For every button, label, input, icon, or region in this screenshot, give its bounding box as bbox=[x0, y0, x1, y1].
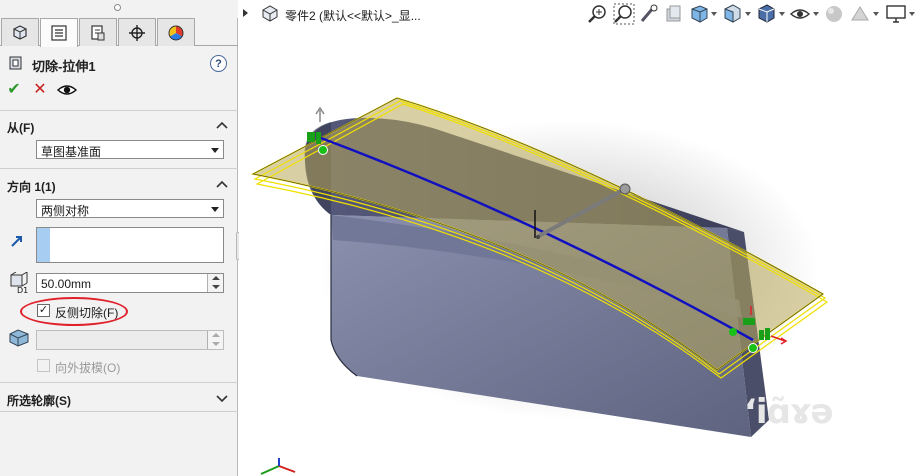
configuration-icon bbox=[91, 24, 105, 40]
cut-extrude-icon bbox=[9, 56, 22, 70]
section-selected-contours-header[interactable]: 所选轮廓(S) bbox=[0, 389, 238, 409]
dropdown-caret-icon[interactable] bbox=[873, 12, 879, 16]
tab-property-manager[interactable] bbox=[40, 18, 78, 47]
dropdown-caret-icon[interactable] bbox=[909, 12, 915, 16]
dropdown-arrow-icon bbox=[211, 207, 219, 212]
svg-text:D1: D1 bbox=[17, 286, 28, 294]
draft-icon[interactable] bbox=[8, 328, 30, 348]
draft-angle-input[interactable] bbox=[36, 330, 224, 350]
graphics-area[interactable]: 零件2 (默认<<默认>_显... ʻiɑ̃ɤə bbox=[239, 0, 917, 476]
view-orientation-icon[interactable] bbox=[721, 3, 743, 25]
reference-triad-icon bbox=[260, 458, 296, 475]
dropdown-caret-icon[interactable] bbox=[813, 12, 819, 16]
watermark-logo: ʻiɑ̃ɤə bbox=[744, 392, 834, 432]
tab-feature-manager[interactable] bbox=[1, 18, 39, 46]
color-wheel-icon bbox=[168, 25, 184, 40]
zoom-to-fit-icon[interactable] bbox=[587, 3, 609, 25]
selection-highlight bbox=[37, 228, 50, 262]
cancel-button[interactable]: ✕ bbox=[32, 81, 48, 99]
feature-tree-icon bbox=[13, 24, 27, 40]
section-selected-contours-label: 所选轮廓(S) bbox=[7, 394, 71, 408]
depth-spinner[interactable] bbox=[207, 274, 223, 292]
ok-button[interactable]: ✔ bbox=[6, 81, 22, 99]
part-icon bbox=[262, 5, 278, 22]
depth-dimension-icon: D1 bbox=[10, 272, 28, 294]
dropdown-caret-icon[interactable] bbox=[711, 12, 717, 16]
feature-header: 切除-拉伸1 ? bbox=[0, 50, 238, 76]
view-settings-monitor-icon[interactable] bbox=[885, 3, 907, 25]
tab-configuration-manager[interactable] bbox=[79, 18, 117, 46]
section-view-icon[interactable] bbox=[663, 3, 685, 25]
crosshair-icon bbox=[129, 24, 145, 41]
direction-arrow-icon[interactable] bbox=[10, 234, 24, 248]
manager-tabs bbox=[0, 18, 238, 47]
section-from-label: 从(F) bbox=[7, 121, 35, 135]
tab-display-manager[interactable] bbox=[157, 18, 195, 46]
apply-scene-icon[interactable] bbox=[849, 3, 871, 25]
direction-reference-list[interactable] bbox=[36, 227, 224, 263]
draft-outward-checkbox-row[interactable]: 向外拔模(O) bbox=[37, 358, 147, 375]
from-start-condition-value: 草图基准面 bbox=[41, 145, 102, 159]
chevron-up-icon[interactable] bbox=[216, 179, 228, 189]
property-manager-panel: 切除-拉伸1 ? ✔ ✕ 从(F) 草图基准面 方向 1(1) 两侧对称 D1 … bbox=[0, 0, 238, 476]
display-style-icon[interactable] bbox=[755, 3, 777, 25]
tab-dimxpert-manager[interactable] bbox=[118, 18, 156, 46]
breadcrumb-expand-arrow[interactable] bbox=[243, 9, 248, 17]
hide-show-items-icon[interactable] bbox=[789, 3, 811, 25]
breadcrumb-part-name: 零件2 (默认<<默认>_显... bbox=[285, 9, 421, 23]
end-condition-select[interactable]: 两侧对称 bbox=[36, 199, 224, 218]
section-direction1-label: 方向 1(1) bbox=[7, 180, 56, 194]
chevron-up-icon[interactable] bbox=[216, 120, 228, 130]
dropdown-caret-icon[interactable] bbox=[745, 12, 751, 16]
draft-angle-spinner[interactable] bbox=[207, 331, 223, 349]
draft-outward-label: 向外拔模(O) bbox=[55, 361, 121, 375]
property-list-icon bbox=[51, 25, 67, 41]
zoom-to-area-icon[interactable] bbox=[613, 3, 635, 25]
divider bbox=[0, 168, 238, 169]
dynamic-annotation-icon[interactable] bbox=[688, 3, 710, 25]
chevron-down-icon[interactable] bbox=[216, 393, 228, 403]
detailed-preview-eye-icon[interactable] bbox=[57, 82, 77, 98]
draft-outward-checkbox[interactable] bbox=[37, 359, 50, 372]
dropdown-caret-icon[interactable] bbox=[779, 12, 785, 16]
divider bbox=[0, 382, 238, 383]
view-toolbar bbox=[585, 2, 917, 26]
section-direction1-header[interactable]: 方向 1(1) bbox=[0, 175, 238, 195]
highlight-ellipse bbox=[20, 297, 128, 326]
help-button[interactable]: ? bbox=[210, 55, 227, 72]
previous-view-icon[interactable] bbox=[638, 3, 660, 25]
end-condition-value: 两侧对称 bbox=[41, 204, 90, 218]
divider bbox=[0, 110, 238, 111]
depth-value: 50.00mm bbox=[41, 277, 92, 291]
from-start-condition-select[interactable]: 草图基准面 bbox=[36, 140, 224, 159]
dropdown-arrow-icon bbox=[211, 148, 219, 153]
divider bbox=[0, 411, 238, 412]
panel-grip[interactable] bbox=[0, 0, 238, 18]
action-row: ✔ ✕ bbox=[0, 80, 238, 102]
depth-input[interactable]: 50.00mm bbox=[36, 273, 224, 293]
section-from-header[interactable]: 从(F) bbox=[0, 116, 238, 136]
feature-title: 切除-拉伸1 bbox=[32, 59, 96, 74]
edit-appearance-icon[interactable] bbox=[823, 3, 845, 25]
